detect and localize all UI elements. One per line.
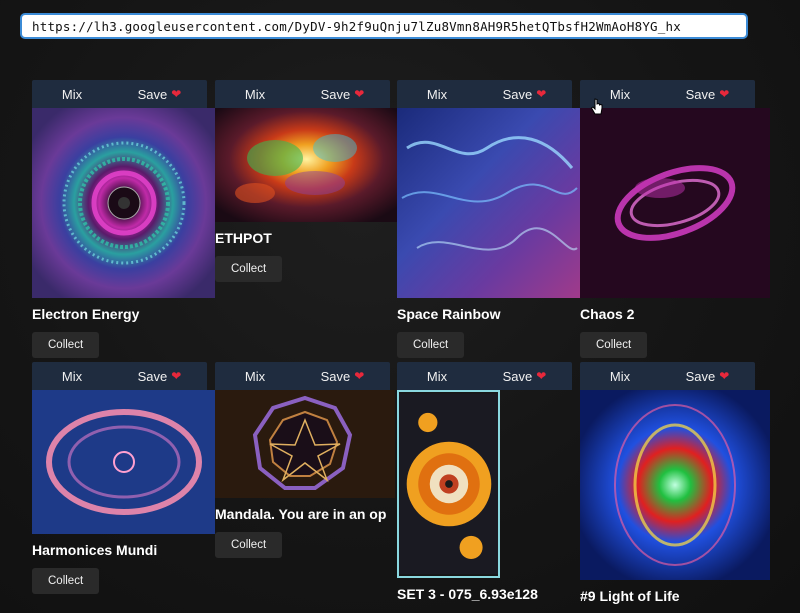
nft-card: Mix Save ❤ Space Rainbow Collect [397, 80, 580, 358]
save-button[interactable]: Save ❤ [295, 369, 390, 384]
heart-icon: ❤ [536, 87, 547, 101]
heart-icon: ❤ [171, 87, 182, 101]
heart-icon: ❤ [536, 369, 547, 383]
mix-button[interactable]: Mix [397, 87, 477, 102]
mix-button[interactable]: Mix [580, 369, 660, 384]
save-button[interactable]: Save ❤ [295, 87, 390, 102]
collect-button[interactable]: Collect [32, 568, 100, 594]
mix-button[interactable]: Mix [215, 369, 295, 384]
collect-button[interactable]: Collect [215, 532, 283, 558]
mix-button[interactable]: Mix [32, 87, 112, 102]
save-label: Save [685, 368, 716, 384]
mix-button[interactable]: Mix [215, 87, 295, 102]
save-label: Save [137, 368, 168, 384]
nft-card: Mix Save ❤ ETHPOT Collect [215, 80, 398, 282]
artwork-image[interactable] [32, 390, 215, 534]
mix-button[interactable]: Mix [397, 369, 477, 384]
artwork-image[interactable] [580, 108, 770, 298]
card-title: Electron Energy [32, 306, 140, 322]
nft-card: Mix Save ❤ Mandala. You are in an op Coll… [215, 362, 398, 558]
mouse-cursor-icon [590, 98, 603, 115]
nft-card: Mix Save ❤ #9 Light of Life [580, 362, 770, 606]
card-title: Space Rainbow [397, 306, 501, 322]
card-toolbar: Mix Save ❤ [32, 362, 207, 390]
card-toolbar: Mix Save ❤ [397, 362, 572, 390]
nft-card: Mix Save ❤ Electron Energy Collect [32, 80, 215, 358]
artwork-image[interactable] [397, 390, 500, 578]
card-toolbar: Mix Save ❤ [215, 80, 390, 108]
artwork-image[interactable] [215, 108, 398, 222]
heart-icon: ❤ [719, 87, 730, 101]
mix-button[interactable]: Mix [32, 369, 112, 384]
collect-button[interactable]: Collect [580, 332, 648, 358]
heart-icon: ❤ [719, 369, 730, 383]
card-title: ETHPOT [215, 230, 272, 246]
nft-card: Mix Save ❤ Harmonices Mundi Collect [32, 362, 215, 594]
heart-icon: ❤ [171, 369, 182, 383]
card-toolbar: Mix Save ❤ [580, 362, 755, 390]
save-button[interactable]: Save ❤ [660, 87, 755, 102]
save-label: Save [685, 86, 716, 102]
heart-icon: ❤ [354, 87, 365, 101]
save-label: Save [320, 86, 351, 102]
save-button[interactable]: Save ❤ [112, 87, 207, 102]
save-button[interactable]: Save ❤ [477, 87, 572, 102]
collect-button[interactable]: Collect [397, 332, 465, 358]
card-toolbar: Mix Save ❤ [32, 80, 207, 108]
collect-button[interactable]: Collect [215, 256, 283, 282]
save-button[interactable]: Save ❤ [477, 369, 572, 384]
card-title: Chaos 2 [580, 306, 635, 322]
save-label: Save [502, 86, 533, 102]
save-label: Save [137, 86, 168, 102]
card-title: SET 3 - 075_6.93e128 [397, 586, 538, 602]
artwork-image[interactable] [397, 108, 580, 298]
save-button[interactable]: Save ❤ [112, 369, 207, 384]
card-title: #9 Light of Life [580, 588, 680, 604]
card-title: Harmonices Mundi [32, 542, 158, 558]
card-toolbar: Mix Save ❤ [397, 80, 572, 108]
card-toolbar: Mix Save ❤ [215, 362, 390, 390]
save-label: Save [320, 368, 351, 384]
heart-icon: ❤ [354, 369, 365, 383]
artwork-image[interactable] [580, 390, 770, 580]
artwork-image[interactable] [32, 108, 215, 298]
card-title: Mandala. You are in an op [215, 506, 387, 522]
nft-card: Mix Save ❤ SET 3 - 075_6.93e128 [397, 362, 580, 604]
url-bar[interactable] [20, 13, 748, 39]
collect-button[interactable]: Collect [32, 332, 100, 358]
save-button[interactable]: Save ❤ [660, 369, 755, 384]
artwork-image[interactable] [215, 390, 395, 498]
nft-card: Mix Save ❤ Chaos 2 Collect [580, 80, 770, 358]
save-label: Save [502, 368, 533, 384]
card-toolbar: Mix Save ❤ [580, 80, 755, 108]
